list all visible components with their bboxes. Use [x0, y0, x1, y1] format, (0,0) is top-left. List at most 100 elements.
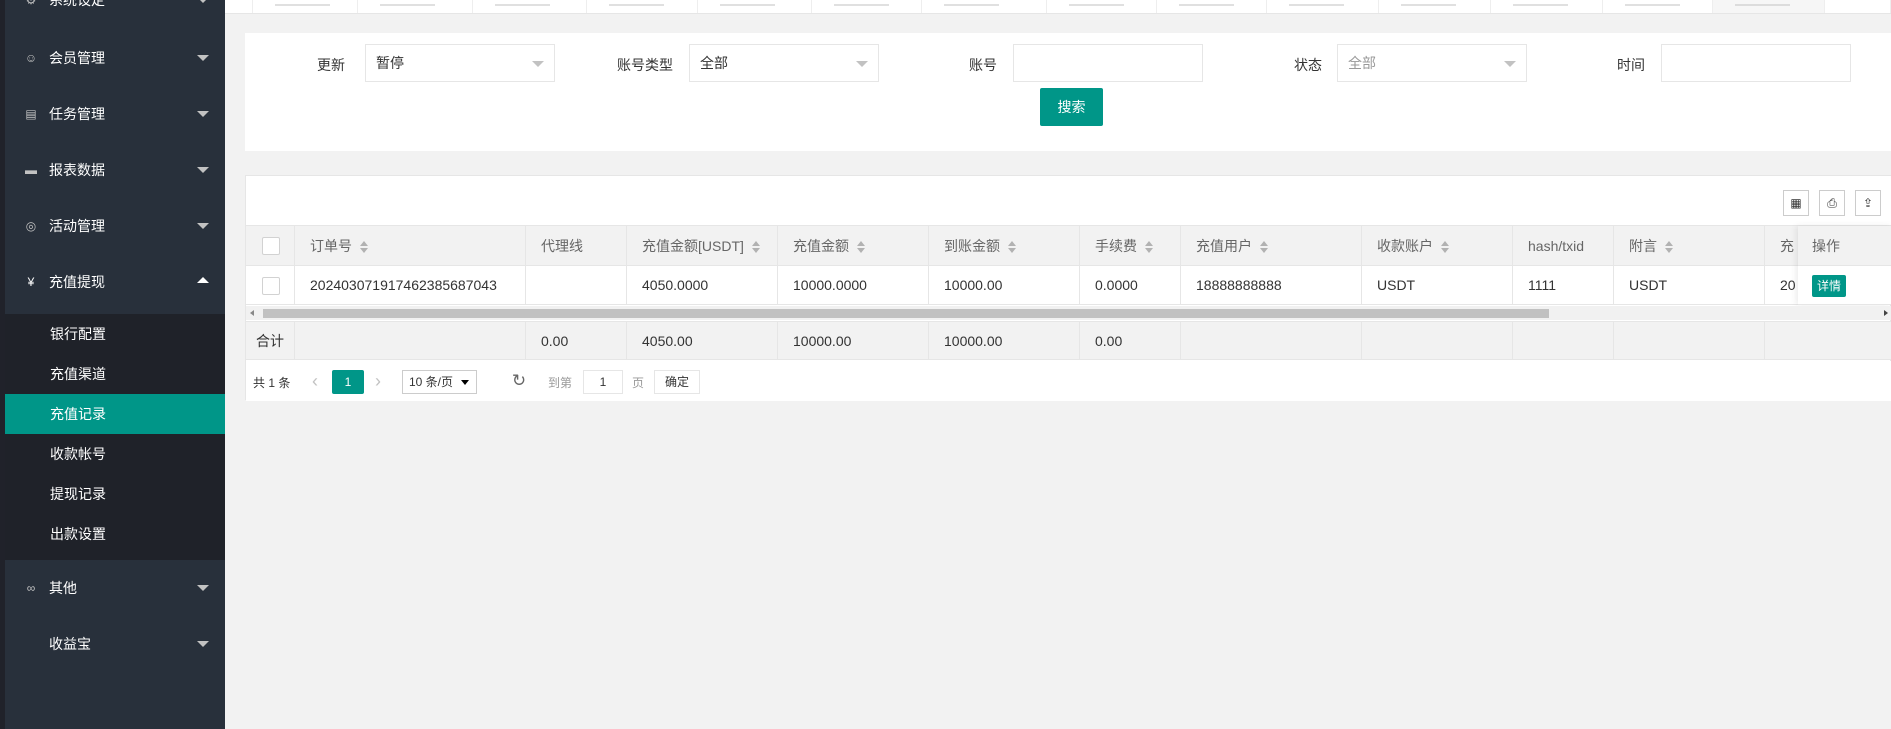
table-totals-row: 合计 0.00 4050.00 10000.00 10000.00 0.00 — [246, 321, 1891, 360]
chevron-down-icon — [197, 0, 209, 3]
account-input[interactable] — [1013, 44, 1203, 82]
totals-agent-line: 0.00 — [526, 322, 627, 359]
time-label: 时间 — [1617, 57, 1645, 73]
page-size-select[interactable]: 10 条/页 — [402, 370, 477, 394]
totals-received-amount: 10000.00 — [929, 322, 1080, 359]
header-checkbox-cell — [246, 226, 295, 265]
column-header-order-no[interactable]: 订单号 — [295, 226, 526, 265]
tab[interactable] — [1157, 0, 1267, 13]
column-header-recharge-user[interactable]: 充值用户 — [1181, 226, 1362, 265]
row-checkbox[interactable] — [262, 277, 280, 295]
tab[interactable] — [922, 0, 1047, 13]
cell-recharge-user: 18888888888 — [1181, 266, 1362, 304]
tab-scroll-left[interactable] — [225, 0, 253, 13]
column-header-recharge-usdt[interactable]: 充值金额[USDT] — [627, 226, 778, 265]
columns-icon[interactable]: ▦ — [1783, 190, 1809, 216]
update-label: 更新 — [317, 57, 345, 73]
cell-remark: USDT — [1614, 266, 1765, 304]
column-header-payee-account[interactable]: 收款账户 — [1362, 226, 1513, 265]
horizontal-scrollbar[interactable] — [246, 306, 1891, 320]
sidebar-item-recharge-records[interactable]: 充值记录 — [5, 394, 225, 434]
menu-item-task-management[interactable]: ▤ 任务管理 — [5, 86, 225, 142]
column-header-remark[interactable]: 附言 — [1614, 226, 1765, 265]
tab[interactable] — [1491, 0, 1603, 13]
tab-strip — [225, 0, 1891, 14]
sidebar-item-recharge-channel[interactable]: 充值渠道 — [5, 354, 225, 394]
select-all-checkbox[interactable] — [262, 237, 280, 255]
menu-item-activity-management[interactable]: ◎ 活动管理 — [5, 198, 225, 254]
column-header-fee[interactable]: 手续费 — [1080, 226, 1181, 265]
sidebar-item-payout-settings[interactable]: 出款设置 — [5, 514, 225, 554]
totals-label: 合计 — [246, 322, 295, 359]
menu-item-report-data[interactable]: ▬ 报表数据 — [5, 142, 225, 198]
gamepad-icon: ◎ — [25, 219, 37, 233]
chevron-down-icon — [532, 61, 544, 67]
chevron-up-icon — [197, 277, 209, 283]
page-button-current[interactable]: 1 — [332, 370, 364, 394]
search-button[interactable]: 搜索 — [1040, 88, 1103, 126]
goto-confirm-button[interactable]: 确定 — [654, 370, 700, 394]
sidebar-item-bank-config[interactable]: 银行配置 — [5, 314, 225, 354]
scroll-right-arrow-icon[interactable] — [1884, 310, 1888, 316]
sort-icon[interactable] — [1441, 241, 1449, 254]
sort-icon[interactable] — [1008, 241, 1016, 254]
menu-item-yield-treasure[interactable]: 收益宝 — [5, 616, 225, 672]
tab[interactable] — [1047, 0, 1157, 13]
chevron-down-icon — [197, 585, 209, 591]
column-header-label: 代理线 — [541, 238, 583, 254]
user-icon: ☺ — [24, 51, 38, 65]
status-select[interactable]: 全部 — [1337, 44, 1527, 82]
gear-icon: ⚙ — [25, 0, 37, 7]
next-page-icon[interactable]: › — [371, 370, 385, 394]
column-header-hash-txid: hash/txid — [1513, 226, 1614, 265]
tab[interactable] — [253, 0, 358, 13]
tab[interactable] — [1603, 0, 1713, 13]
account-type-select[interactable]: 全部 — [689, 44, 879, 82]
sort-icon[interactable] — [1260, 241, 1268, 254]
tab-recharge-records[interactable] — [1713, 0, 1825, 13]
chevron-down-icon — [1504, 61, 1516, 67]
sidebar-item-payee-accounts[interactable]: 收款帐号 — [5, 434, 225, 474]
goto-page-input[interactable]: 1 — [583, 370, 623, 394]
yen-icon: ¥ — [27, 275, 35, 289]
sidebar-item-withdraw-records[interactable]: 提现记录 — [5, 474, 225, 514]
menu-label: 其他 — [49, 580, 77, 596]
tab[interactable] — [358, 0, 473, 13]
tab[interactable] — [698, 0, 812, 13]
column-header-label: 充值用户 — [1196, 238, 1252, 254]
time-input[interactable] — [1661, 44, 1851, 82]
action-cell: 详情 — [1798, 266, 1891, 305]
tab[interactable] — [812, 0, 922, 13]
menu-item-other[interactable]: ∞ 其他 — [5, 560, 225, 616]
sort-icon[interactable] — [1145, 241, 1153, 254]
column-header-agent-line: 代理线 — [526, 226, 627, 265]
column-header-label: 订单号 — [310, 238, 352, 254]
menu-item-recharge-withdraw[interactable]: ¥ 充值提现 — [5, 254, 225, 310]
print-icon[interactable]: ⎙ — [1819, 190, 1845, 216]
export-icon[interactable]: ⇪ — [1855, 190, 1881, 216]
detail-button[interactable]: 详情 — [1812, 275, 1846, 297]
sort-icon[interactable] — [360, 241, 368, 254]
tab[interactable] — [587, 0, 698, 13]
prev-page-icon[interactable]: ‹ — [308, 370, 322, 394]
sort-icon[interactable] — [1665, 241, 1673, 254]
menu-item-member-management[interactable]: ☺ 会员管理 — [5, 30, 225, 86]
refresh-icon[interactable]: ↻ — [508, 370, 530, 394]
update-select[interactable]: 暂停 — [365, 44, 555, 82]
scroll-left-arrow-icon[interactable] — [250, 310, 254, 316]
sort-icon[interactable] — [857, 241, 865, 254]
tab-scroll-right[interactable] — [1837, 0, 1891, 13]
column-header-received-amount[interactable]: 到账金额 — [929, 226, 1080, 265]
sort-icon[interactable] — [751, 241, 760, 254]
scrollbar-thumb[interactable] — [263, 309, 1549, 318]
column-header-recharge-amount[interactable]: 充值金额 — [778, 226, 929, 265]
tab[interactable] — [1379, 0, 1491, 13]
menu-item-system-settings[interactable]: ⚙ 系统设定 — [5, 0, 225, 28]
totals-fee: 0.00 — [1080, 322, 1181, 359]
totals-hash-txid — [1513, 322, 1614, 359]
cell-hash-txid: 1111 — [1513, 266, 1614, 304]
tab[interactable] — [473, 0, 587, 13]
totals-truncated — [1765, 322, 1891, 359]
pager-total: 共 1 条 — [253, 376, 291, 390]
tab[interactable] — [1267, 0, 1379, 13]
